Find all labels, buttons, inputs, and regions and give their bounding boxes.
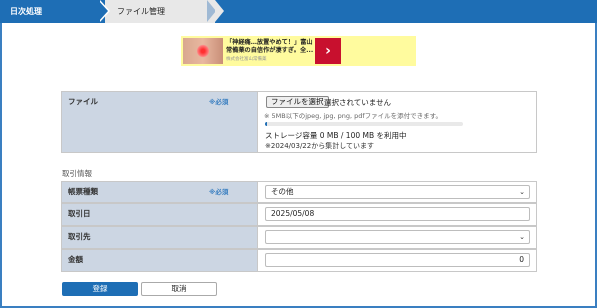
doc-type-row: 帳票種類 ※必須 その他 ⌄ <box>61 181 537 203</box>
date-input[interactable]: 2025/05/08 <box>265 207 530 221</box>
choose-file-button[interactable]: ファイルを選択 <box>266 96 329 108</box>
file-status: 選択されていません <box>324 98 392 107</box>
storage-usage: ストレージ容量 0 MB / 100 MB を利用中 <box>265 131 407 140</box>
breadcrumb-item-file-management: ファイル管理 <box>105 0 215 23</box>
partner-label-cell: 取引先 <box>62 227 258 248</box>
breadcrumb-separator-inner <box>98 0 108 22</box>
partner-select[interactable]: ⌄ <box>265 230 530 244</box>
chevron-right-icon: › <box>325 43 331 59</box>
breadcrumb-end-arrow <box>215 0 224 22</box>
ad-image <box>183 38 223 64</box>
section-title: 取引情報 <box>62 169 92 178</box>
file-label: ファイル <box>68 97 98 106</box>
date-label: 取引日 <box>68 209 91 218</box>
amount-label: 金額 <box>68 255 83 264</box>
required-badge: ※必須 <box>209 98 229 106</box>
amount-input[interactable]: 0 <box>265 253 530 267</box>
breadcrumb-item-daily[interactable]: 日次処理 <box>0 0 108 23</box>
partner-row: 取引先 ⌄ <box>61 226 537 249</box>
ad-sponsor: 株式会社富山常備薬 <box>226 56 267 62</box>
storage-progress-bar <box>265 122 463 126</box>
ad-title: 「神経痛…放置やめて！」富山常備薬の自信作が凄すぎ。全... <box>226 38 314 54</box>
aggregation-note: ※2024/03/22から集計しています <box>265 142 375 150</box>
required-badge: ※必須 <box>209 188 229 196</box>
cancel-button[interactable]: 取消 <box>141 282 217 296</box>
doc-type-label-cell: 帳票種類 ※必須 <box>62 182 258 202</box>
partner-label: 取引先 <box>68 232 91 241</box>
amount-row: 金額 0 <box>61 249 537 272</box>
submit-button[interactable]: 登録 <box>62 282 138 296</box>
doc-type-label: 帳票種類 <box>68 187 98 196</box>
file-label-cell: ファイル ※必須 <box>62 92 258 152</box>
date-row: 取引日 2025/05/08 <box>61 203 537 226</box>
date-label-cell: 取引日 <box>62 204 258 225</box>
doc-type-value: その他 <box>271 187 294 196</box>
ad-arrow-button[interactable]: › <box>315 38 341 64</box>
chevron-down-icon: ⌄ <box>519 188 525 196</box>
storage-progress-fill <box>265 122 267 126</box>
ad-banner[interactable]: 「神経痛…放置やめて！」富山常備薬の自信作が凄すぎ。全... 株式会社富山常備薬… <box>181 36 416 66</box>
ad-text: 「神経痛…放置やめて！」富山常備薬の自信作が凄すぎ。全... 株式会社富山常備薬 <box>223 39 315 64</box>
file-note: ※ 5MB以下のjpeg, jpg, png, pdfファイルを添付できます。 <box>264 112 442 120</box>
chevron-down-icon: ⌄ <box>519 233 525 241</box>
amount-label-cell: 金額 <box>62 250 258 271</box>
breadcrumb: 日次処理 ファイル管理 <box>0 0 597 23</box>
file-row: ファイル ※必須 ファイルを選択 選択されていません ※ 5MB以下のjpeg,… <box>61 91 537 153</box>
doc-type-select[interactable]: その他 ⌄ <box>265 185 530 199</box>
